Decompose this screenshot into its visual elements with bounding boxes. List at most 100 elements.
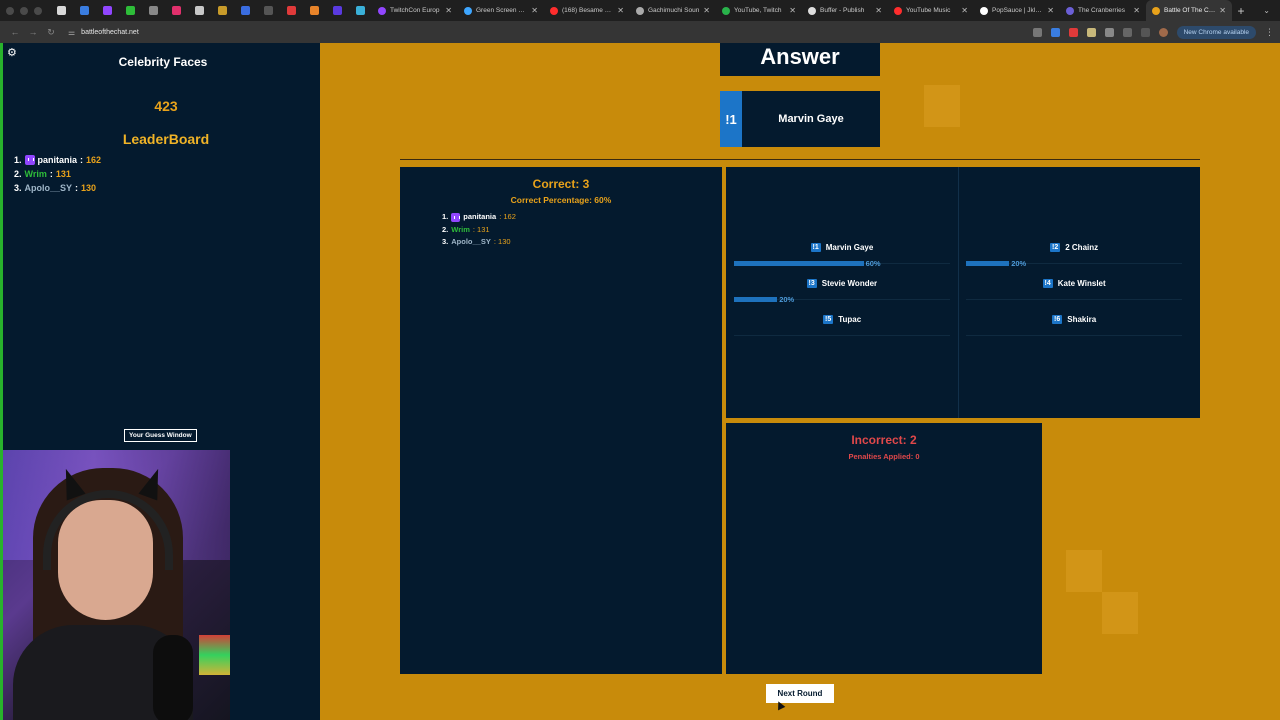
tab-close-icon[interactable]: ✕ bbox=[1219, 6, 1226, 15]
option-command: !5 bbox=[823, 315, 834, 324]
browser-tab[interactable]: Battle Of The Cha ✕ bbox=[1146, 0, 1232, 21]
browser-tab[interactable]: PopSauce | Jklm.f ✕ bbox=[974, 0, 1060, 21]
browser-tab-bar: TwitchCon Europ ✕ Green Screen Pla ✕ (168) B… bbox=[0, 0, 1280, 21]
cast-icon[interactable] bbox=[1032, 27, 1042, 37]
browser-tab[interactable]: Gachimuchi Soun ✕ bbox=[630, 0, 716, 21]
browser-tab[interactable]: The Cranberries ✕ bbox=[1060, 0, 1146, 21]
extensions-puzzle-icon[interactable] bbox=[1122, 27, 1132, 37]
tab-title: The Cranberries bbox=[1078, 7, 1125, 14]
twitch-badge-icon bbox=[451, 212, 461, 222]
bookmark-star-icon[interactable] bbox=[1050, 27, 1060, 37]
correct-players-list: 1. panitania: 162 2. Wrim: 131 3. Apolo__SY: … bbox=[442, 211, 516, 249]
window-controls[interactable] bbox=[6, 6, 42, 15]
profile-avatar[interactable] bbox=[1158, 27, 1168, 37]
option-2: !2 2 Chainz bbox=[1050, 243, 1098, 252]
pinned-tab[interactable] bbox=[257, 0, 280, 21]
browser-tab[interactable]: TwitchCon Europ ✕ bbox=[372, 0, 458, 21]
extension-icon[interactable] bbox=[1068, 27, 1078, 37]
option-name: Stevie Wonder bbox=[821, 279, 878, 288]
tab-favicon-icon bbox=[464, 6, 472, 15]
pinned-tab[interactable] bbox=[96, 0, 119, 21]
option-command: !6 bbox=[1052, 315, 1063, 324]
tab-close-icon[interactable]: ✕ bbox=[961, 6, 968, 15]
next-round-button[interactable]: Next Round bbox=[766, 684, 834, 703]
tab-favicon-icon bbox=[722, 6, 730, 15]
back-icon[interactable]: ← bbox=[6, 27, 24, 37]
option-bar-fill bbox=[966, 261, 1010, 266]
tab-search-icon[interactable]: ⌄ bbox=[1263, 6, 1270, 15]
extension-icon[interactable] bbox=[1104, 27, 1114, 37]
leaderboard-entry: 1. panitania:162 bbox=[14, 153, 101, 167]
tab-close-icon[interactable]: ✕ bbox=[789, 6, 796, 15]
tab-close-icon[interactable]: ✕ bbox=[1047, 6, 1054, 15]
tab-close-icon[interactable]: ✕ bbox=[617, 6, 624, 15]
option-bar-track bbox=[734, 335, 950, 336]
pinned-tab[interactable] bbox=[234, 0, 257, 21]
option-name: 2 Chainz bbox=[1065, 243, 1099, 252]
tab-close-icon[interactable]: ✕ bbox=[1133, 6, 1140, 15]
browser-tab[interactable]: Green Screen Pla ✕ bbox=[458, 0, 544, 21]
pinned-tab[interactable] bbox=[188, 0, 211, 21]
answer-name: Marvin Gaye bbox=[778, 113, 844, 125]
options-panel: !1 Marvin Gaye 60% !2 2 Chainz 20% !3 Stevie Wo… bbox=[726, 167, 1200, 418]
tab-favicon-icon bbox=[808, 6, 816, 15]
pinned-tab[interactable] bbox=[119, 0, 142, 21]
answer-command: !1 bbox=[720, 91, 742, 147]
option-command: !3 bbox=[806, 279, 817, 288]
tab-favicon-icon bbox=[550, 6, 558, 15]
rank: 1. bbox=[14, 155, 22, 165]
forward-icon[interactable]: → bbox=[24, 27, 42, 37]
option-1: !1 Marvin Gaye bbox=[810, 243, 874, 252]
browser-tab[interactable]: Buffer - Publish ✕ bbox=[802, 0, 888, 21]
tab-title: PopSauce | Jklm.f bbox=[992, 7, 1044, 14]
tab-close-icon[interactable]: ✕ bbox=[875, 6, 882, 15]
tab-close-icon[interactable]: ✕ bbox=[703, 6, 710, 15]
pinned-tab[interactable] bbox=[326, 0, 349, 21]
pinned-tab[interactable] bbox=[50, 0, 73, 21]
tab-title: Gachimuchi Soun bbox=[648, 7, 700, 14]
tab-title: (168) Besame Mu bbox=[562, 7, 614, 14]
tab-close-icon[interactable]: ✕ bbox=[531, 6, 538, 15]
reload-icon[interactable]: ↻ bbox=[42, 27, 60, 38]
option-bar-track bbox=[966, 299, 1182, 300]
extension-icon[interactable] bbox=[1086, 27, 1096, 37]
answer-heading: Answer bbox=[720, 43, 880, 76]
browser-tab[interactable]: YouTube, Twitch ✕ bbox=[716, 0, 802, 21]
player-name: Apolo__SY bbox=[24, 183, 73, 193]
pinned-tab[interactable] bbox=[303, 0, 326, 21]
option-command: !4 bbox=[1042, 279, 1053, 288]
new-chrome-button[interactable]: New Chrome available bbox=[1176, 25, 1256, 39]
player-score: 162 bbox=[86, 155, 102, 165]
url-field[interactable]: ⚌ battleofthechat.net bbox=[68, 28, 139, 37]
tab-favicon-icon bbox=[636, 6, 644, 15]
browser-tab[interactable]: (168) Besame Mu ✕ bbox=[544, 0, 630, 21]
site-info-icon[interactable]: ⚌ bbox=[68, 28, 75, 37]
tab-close-icon[interactable]: ✕ bbox=[445, 6, 452, 15]
sidepanel-icon[interactable] bbox=[1140, 27, 1150, 37]
guess-window-button[interactable]: Your Guess Window bbox=[124, 429, 197, 442]
rank: 3. bbox=[14, 183, 22, 193]
option-bar-track bbox=[966, 335, 1182, 336]
new-tab-button[interactable]: + bbox=[1232, 4, 1250, 18]
menu-icon[interactable]: ⋮ bbox=[1265, 27, 1274, 38]
option-command: !2 bbox=[1050, 243, 1061, 252]
pinned-tab[interactable] bbox=[73, 0, 96, 21]
pinned-tab[interactable] bbox=[349, 0, 372, 21]
correct-panel: Correct: 3 Correct Percentage: 60% 1. pan… bbox=[400, 167, 722, 674]
leaderboard-entry: 2. Wrim: 131 bbox=[442, 224, 516, 237]
browser-tab[interactable]: YouTube Music ✕ bbox=[888, 0, 974, 21]
player-score: 131 bbox=[55, 169, 71, 179]
player-name: Apolo__SY bbox=[451, 237, 491, 246]
option-name: Marvin Gaye bbox=[825, 243, 874, 252]
pinned-tab[interactable] bbox=[280, 0, 303, 21]
leaderboard-entry: 2. Wrim:131 bbox=[14, 167, 101, 181]
option-percentage: 60% bbox=[865, 259, 881, 268]
pinned-tab[interactable] bbox=[165, 0, 188, 21]
pinned-tab[interactable] bbox=[142, 0, 165, 21]
address-bar: ← → ↻ ⚌ battleofthechat.net New Chrome a… bbox=[0, 21, 1280, 43]
tab-favicon-icon bbox=[1152, 6, 1160, 15]
option-6: !6 Shakira bbox=[1052, 315, 1096, 324]
pinned-tab[interactable] bbox=[211, 0, 234, 21]
player-score: : 162 bbox=[499, 212, 516, 221]
tab-favicon-icon bbox=[378, 6, 386, 15]
